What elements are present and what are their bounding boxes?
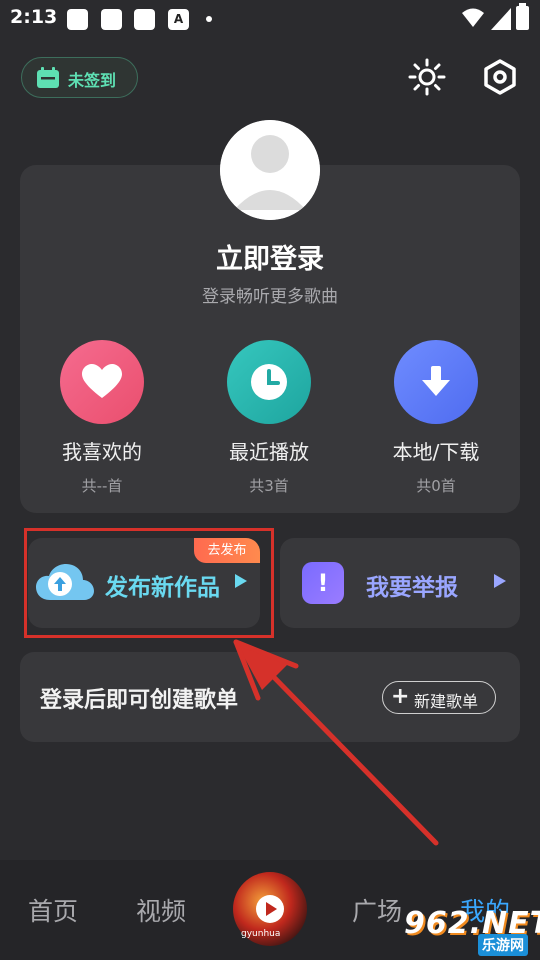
watermark: 962.NET 乐游网 — [400, 906, 540, 958]
nav-video[interactable]: 视频 — [136, 892, 186, 928]
now-playing-disc[interactable]: gyunhua — [233, 872, 307, 946]
nav-home[interactable]: 首页 — [28, 892, 78, 928]
nav-square[interactable]: 广场 — [352, 892, 402, 928]
watermark-sub: 乐游网 — [478, 934, 528, 956]
annotation-arrow — [233, 639, 439, 846]
disc-caption: gyunhua — [241, 929, 281, 939]
play-icon — [256, 895, 284, 923]
